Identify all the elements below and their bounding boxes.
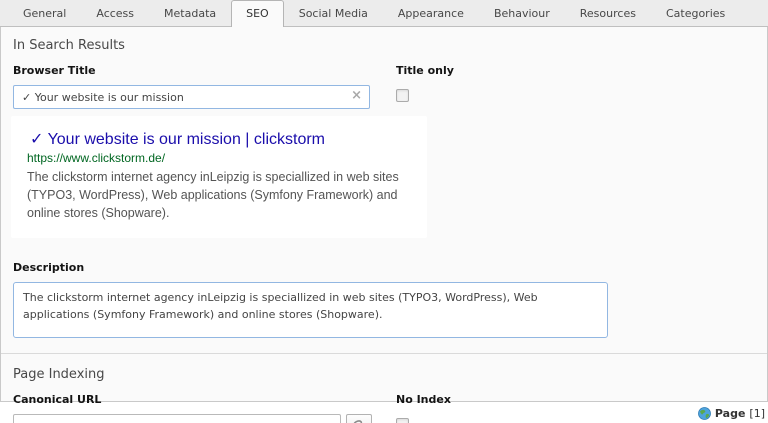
title-only-label: Title only xyxy=(396,64,755,77)
section-heading: In Search Results xyxy=(13,38,755,53)
section-heading: Page Indexing xyxy=(13,367,755,382)
section-in-search-results: In Search Results Browser Title Title on… xyxy=(1,27,767,338)
tab-appearance[interactable]: Appearance xyxy=(383,0,479,26)
tab-general[interactable]: General xyxy=(8,0,81,26)
tab-bar: General Access Metadata SEO Social Media… xyxy=(0,0,768,27)
seo-tab-panel: In Search Results Browser Title Title on… xyxy=(0,27,768,402)
serp-preview-url: https://www.clickstorm.de/ xyxy=(27,151,411,166)
clear-input-icon[interactable]: × xyxy=(351,89,362,103)
record-uid: [1] xyxy=(749,407,765,420)
canonical-url-field-wrap xyxy=(13,414,396,423)
description-label: Description xyxy=(13,261,755,274)
browser-title-field-wrap: × xyxy=(13,85,370,109)
browser-title-label: Browser Title xyxy=(13,64,396,77)
canonical-url-input[interactable] xyxy=(13,414,341,423)
tab-behaviour[interactable]: Behaviour xyxy=(479,0,565,26)
tab-resources[interactable]: Resources xyxy=(565,0,651,26)
field-row: × xyxy=(13,85,755,109)
tab-categories[interactable]: Categories xyxy=(651,0,740,26)
link-wizard-button[interactable] xyxy=(346,414,372,423)
serp-preview-description: The clickstorm internet agency inLeipzig… xyxy=(27,168,407,222)
tab-access[interactable]: Access xyxy=(81,0,149,26)
label-row: Canonical URL No Index xyxy=(13,393,755,406)
tab-seo[interactable]: SEO xyxy=(231,0,284,27)
tab-social-media[interactable]: Social Media xyxy=(284,0,383,26)
no-index-checkbox[interactable] xyxy=(396,418,409,423)
link-pencil-icon xyxy=(351,418,367,423)
record-type-label: Page xyxy=(715,407,746,420)
description-textarea[interactable]: The clickstorm internet agency inLeipzig… xyxy=(13,282,608,338)
canonical-url-label: Canonical URL xyxy=(13,393,396,406)
serp-preview-title-link[interactable]: ✓ Your website is our mission | clicksto… xyxy=(30,130,411,149)
globe-page-icon xyxy=(698,407,711,420)
label-row: Browser Title Title only xyxy=(13,64,755,77)
tab-metadata[interactable]: Metadata xyxy=(149,0,231,26)
serp-preview-card: ✓ Your website is our mission | clicksto… xyxy=(11,116,427,238)
title-only-checkbox[interactable] xyxy=(396,89,409,102)
no-index-label: No Index xyxy=(396,393,755,406)
browser-title-input[interactable] xyxy=(13,85,370,109)
